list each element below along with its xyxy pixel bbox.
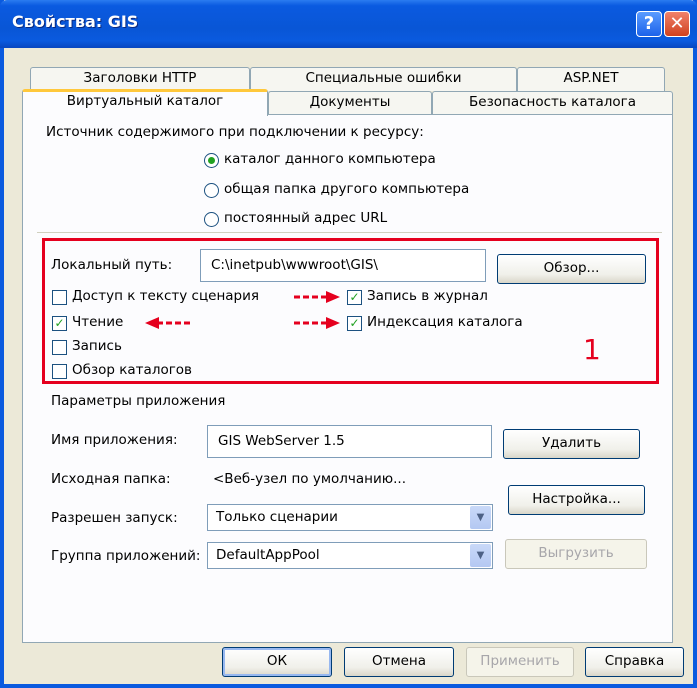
cancel-button[interactable]: Отмена (344, 647, 454, 677)
content-source-label: Источник содержимого при подключении к р… (46, 124, 424, 140)
tab-aspnet[interactable]: ASP.NET (517, 67, 665, 91)
app-pool-value: DefaultAppPool (216, 547, 320, 563)
radio-local-directory-label[interactable]: каталог данного компьютера (224, 151, 436, 167)
arrow-right-icon (294, 291, 340, 303)
apply-button[interactable]: Применить (466, 647, 574, 677)
radio-redirect-url[interactable] (204, 212, 219, 227)
execute-permissions-label: Разрешен запуск: (51, 510, 178, 526)
annotation-number: 1 (583, 333, 601, 366)
radio-local-directory[interactable] (204, 153, 219, 168)
chevron-down-icon[interactable]: ▼ (470, 544, 491, 567)
window-title: Свойства: GIS (12, 12, 139, 31)
execute-permissions-value: Только сценарии (216, 509, 338, 525)
radio-network-share[interactable] (204, 183, 219, 198)
app-name-input[interactable]: GIS WebServer 1.5 (207, 425, 492, 458)
radio-network-share-label[interactable]: общая папка другого компьютера (224, 181, 469, 197)
title-bar[interactable]: Свойства: GIS ? ✕ (0, 0, 697, 48)
highlight-frame (42, 238, 659, 384)
ok-button[interactable]: ОК (222, 647, 332, 677)
start-folder-label: Исходная папка: (51, 471, 171, 487)
unload-button[interactable]: Выгрузить (505, 539, 647, 569)
help-button[interactable]: Справка (585, 647, 684, 677)
delete-button[interactable]: Удалить (503, 429, 640, 459)
tab-custom-errors[interactable]: Специальные ошибки (250, 67, 517, 91)
help-icon[interactable]: ? (636, 11, 662, 37)
arrow-left-icon (145, 317, 193, 329)
start-folder-value: <Веб-узел по умолчанию... (213, 471, 406, 487)
app-pool-select[interactable]: DefaultAppPool ▼ (207, 542, 493, 569)
chevron-down-icon[interactable]: ▼ (470, 506, 491, 529)
tab-documents[interactable]: Документы (268, 91, 432, 114)
tab-http-headers[interactable]: Заголовки HTTP (30, 67, 250, 91)
tab-virtual-directory[interactable]: Виртуальный каталог (22, 89, 268, 116)
close-icon[interactable]: ✕ (664, 11, 690, 37)
radio-redirect-url-label[interactable]: постоянный адрес URL (224, 210, 387, 226)
execute-permissions-select[interactable]: Только сценарии ▼ (207, 504, 493, 531)
app-pool-label: Группа приложений: (51, 548, 201, 564)
app-name-label: Имя приложения: (51, 432, 178, 448)
group-frame-top (37, 232, 662, 233)
arrow-right-icon (294, 317, 340, 329)
tab-directory-security[interactable]: Безопасность каталога (432, 91, 673, 114)
configuration-button[interactable]: Настройка... (508, 485, 645, 515)
app-settings-heading: Параметры приложения (51, 393, 226, 409)
